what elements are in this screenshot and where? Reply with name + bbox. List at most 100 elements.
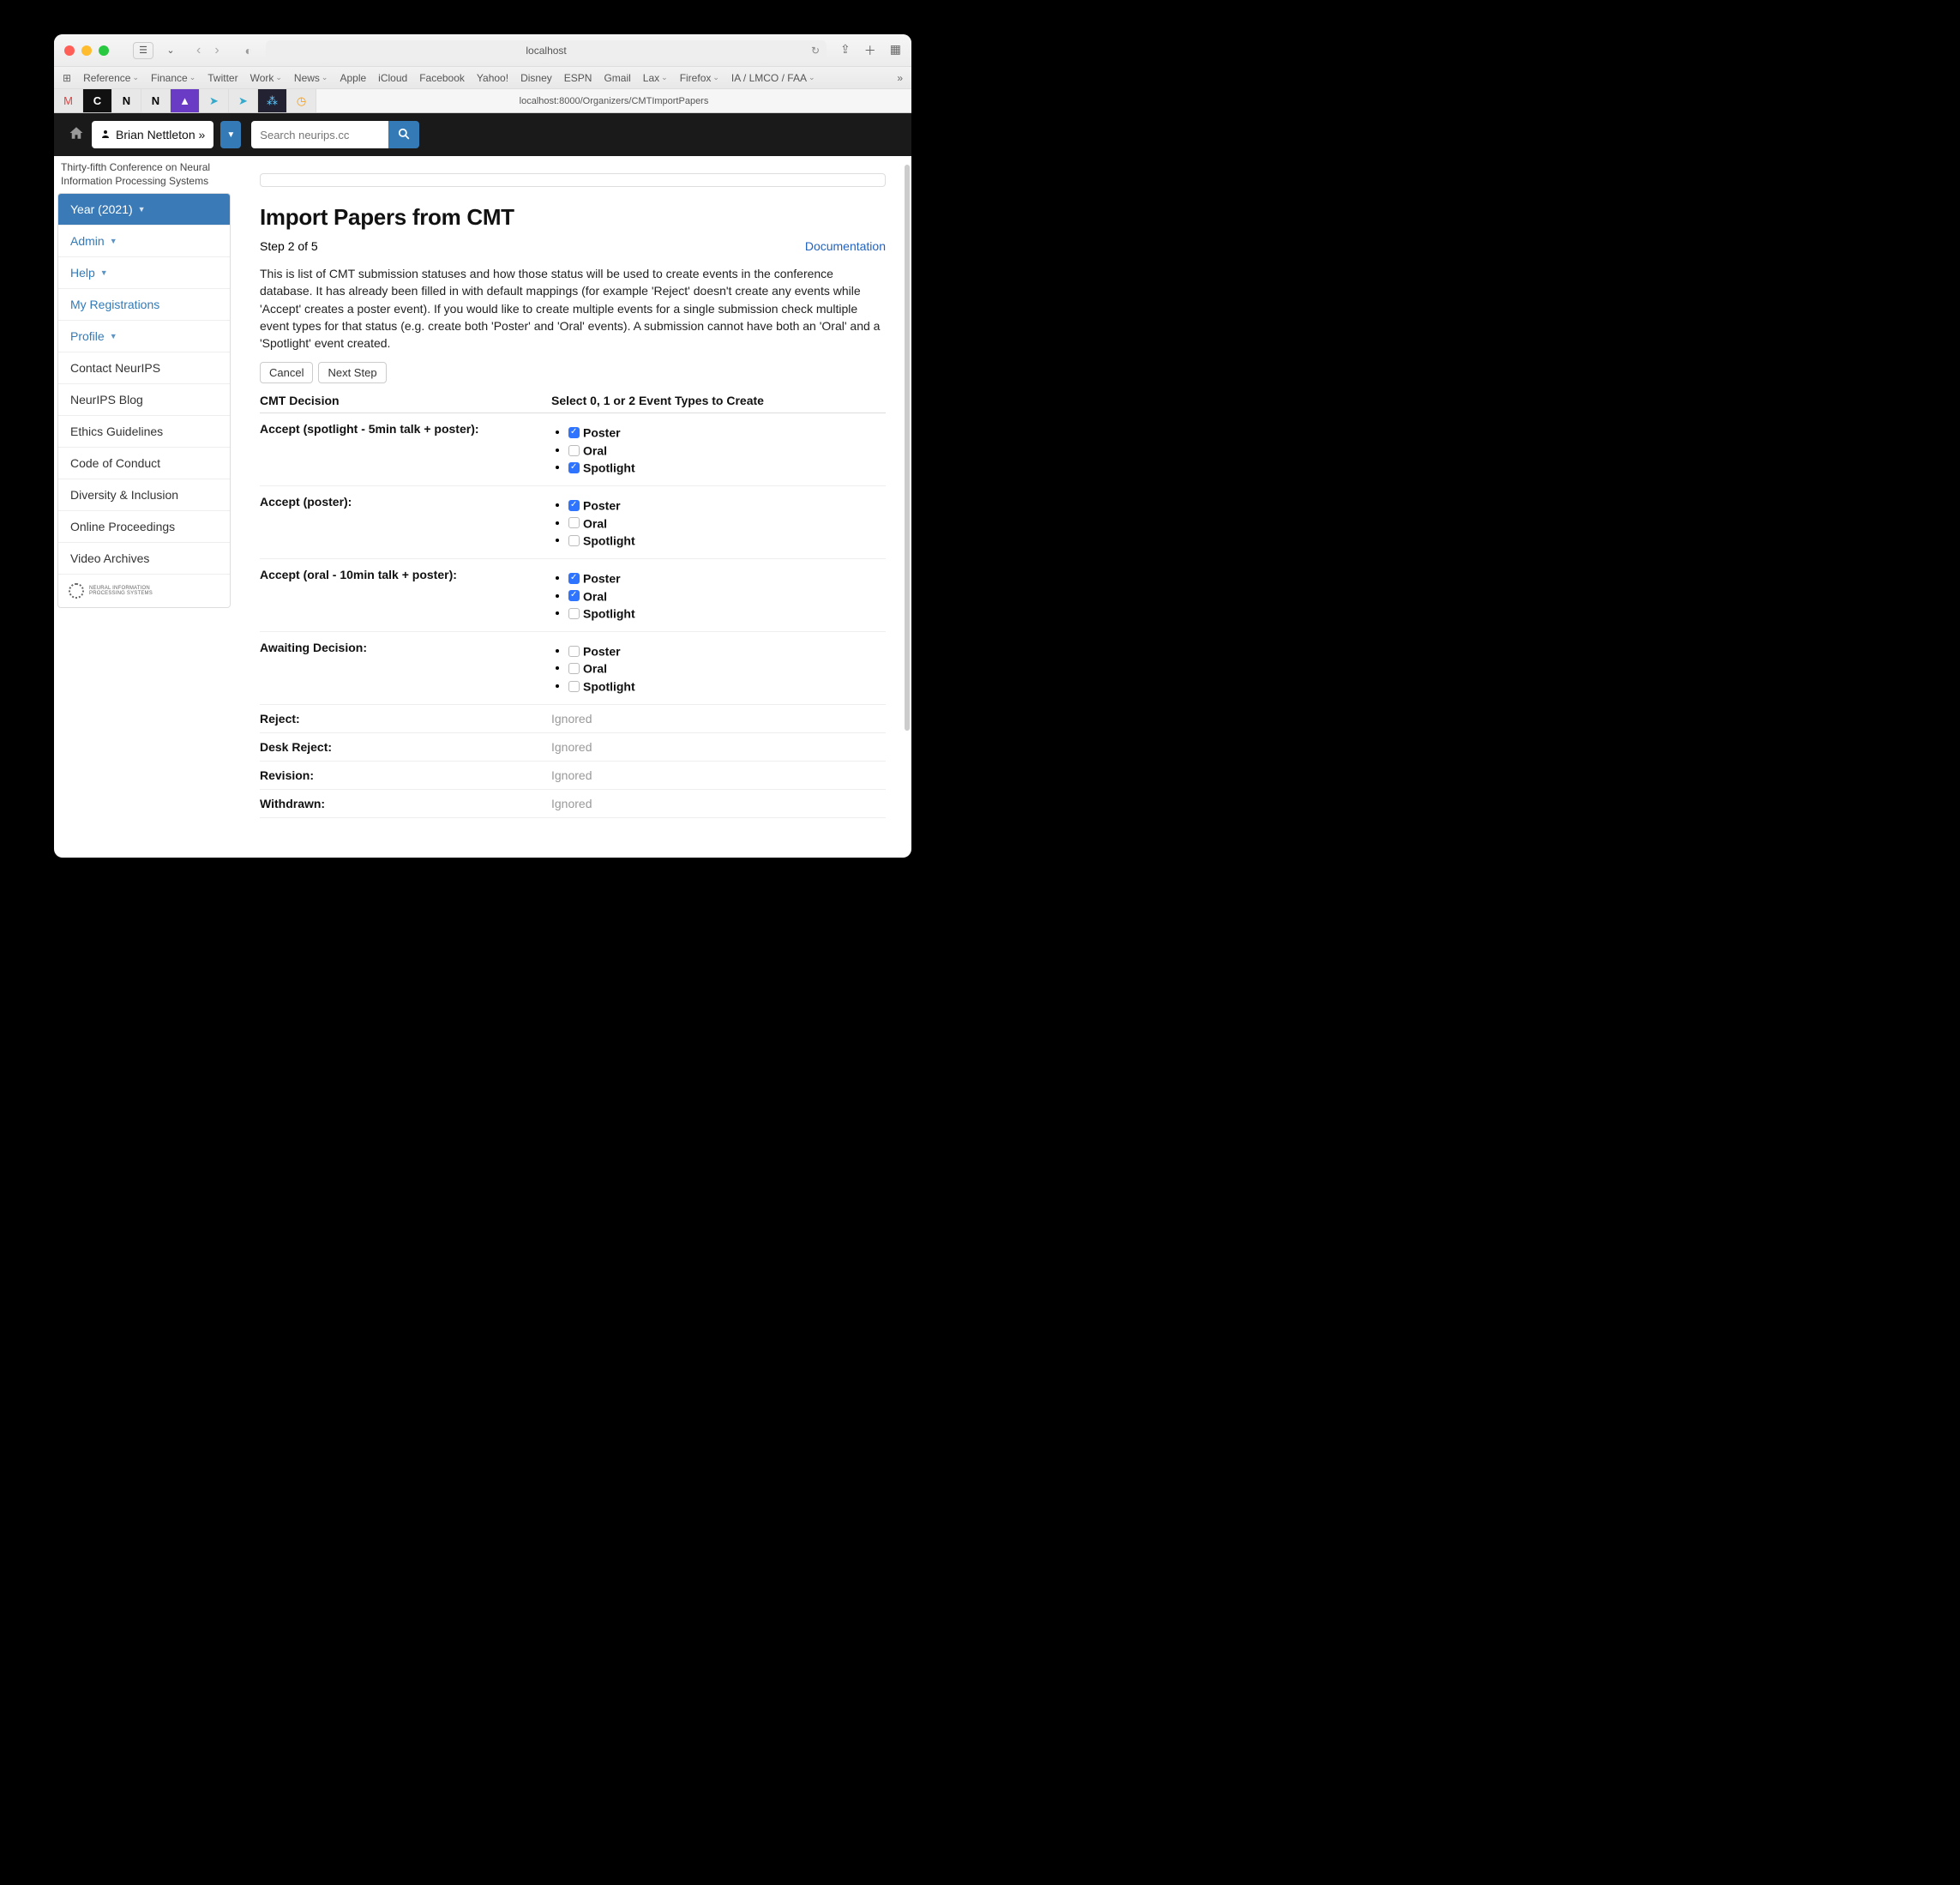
new-tab-icon[interactable]: ＋ xyxy=(864,42,876,59)
event-checkbox[interactable] xyxy=(568,517,580,528)
reload-icon[interactable]: ↻ xyxy=(811,45,820,57)
bookmark-item[interactable]: Work⌄ xyxy=(250,72,282,84)
bookmark-item[interactable]: Gmail xyxy=(604,72,630,84)
search-button[interactable] xyxy=(388,121,419,148)
minimize-window-button[interactable] xyxy=(81,45,92,56)
event-checkbox[interactable] xyxy=(568,681,580,692)
bookmark-item[interactable]: Twitter xyxy=(207,72,237,84)
apps-grid-icon[interactable]: ⊞ xyxy=(63,72,71,84)
event-checkbox[interactable] xyxy=(568,590,580,601)
tab-favicon-gmail[interactable]: M xyxy=(54,89,83,112)
tab-favicon-notion[interactable]: N xyxy=(141,89,171,112)
tab-favicon-clock[interactable]: ◷ xyxy=(287,89,316,112)
user-icon xyxy=(100,129,111,142)
decision-label: Accept (oral - 10min talk + poster): xyxy=(260,568,551,623)
sidebar-item[interactable]: Diversity & Inclusion xyxy=(58,479,230,511)
event-option: Spotlight xyxy=(568,533,886,547)
page-content: Brian Nettleton » ▼ Thirty-fifth Confere… xyxy=(54,113,911,858)
event-option: Oral xyxy=(568,515,886,530)
bookmark-item[interactable]: News⌄ xyxy=(294,72,328,84)
ignored-value: Ignored xyxy=(551,768,592,782)
bookmark-item[interactable]: Firefox⌄ xyxy=(680,72,719,84)
tab-favicon-notion[interactable]: N xyxy=(112,89,141,112)
sidebar-item[interactable]: Year (2021)▼ xyxy=(58,194,230,226)
search-input[interactable] xyxy=(251,121,388,148)
sidebar-item-label: My Registrations xyxy=(70,298,159,311)
scrollbar[interactable] xyxy=(905,165,910,816)
bookmark-item[interactable]: Disney xyxy=(520,72,552,84)
bookmark-item[interactable]: Reference⌄ xyxy=(83,72,139,84)
tab-group-dropdown[interactable]: ⌄ xyxy=(160,42,181,59)
ignored-value: Ignored xyxy=(551,740,592,754)
bookmark-item[interactable]: Lax⌄ xyxy=(643,72,668,84)
bookmarks-bar: ⊞ Reference⌄ Finance⌄ Twitter Work⌄ News… xyxy=(54,67,911,89)
event-checkbox[interactable] xyxy=(568,462,580,473)
decision-row: Accept (oral - 10min talk + poster):Post… xyxy=(260,559,886,632)
back-button[interactable]: ‹ xyxy=(191,43,206,58)
forward-button[interactable]: › xyxy=(209,43,224,58)
bookmark-item[interactable]: Facebook xyxy=(419,72,465,84)
bookmark-item[interactable]: Yahoo! xyxy=(477,72,508,84)
decision-label: Accept (spotlight - 5min talk + poster): xyxy=(260,422,551,477)
tab-favicon[interactable]: ⁂ xyxy=(258,89,287,112)
address-bar[interactable]: localhost ↻ xyxy=(266,40,827,61)
bookmark-item[interactable]: IA / LMCO / FAA⌄ xyxy=(731,72,815,84)
event-option: Spotlight xyxy=(568,460,886,474)
sidebar-item[interactable]: Video Archives xyxy=(58,543,230,575)
event-label: Oral xyxy=(583,589,607,603)
sidebar-item[interactable]: Profile▼ xyxy=(58,321,230,352)
sidebar-item[interactable]: Help▼ xyxy=(58,257,230,289)
event-checkbox[interactable] xyxy=(568,646,580,657)
maximize-window-button[interactable] xyxy=(99,45,109,56)
sidebar-item[interactable]: My Registrations xyxy=(58,289,230,321)
event-checkbox[interactable] xyxy=(568,573,580,584)
page-title: Import Papers from CMT xyxy=(260,204,886,231)
column-header-decision: CMT Decision xyxy=(260,394,551,407)
user-dropdown-button[interactable]: ▼ xyxy=(220,121,241,148)
address-text: localhost xyxy=(526,45,566,57)
bookmark-item[interactable]: Apple xyxy=(340,72,366,84)
event-checkbox[interactable] xyxy=(568,608,580,619)
event-checkbox[interactable] xyxy=(568,427,580,438)
sidebar-item-label: Diversity & Inclusion xyxy=(70,488,178,502)
sidebar-item[interactable]: Contact NeurIPS xyxy=(58,352,230,384)
share-icon[interactable]: ⇪ xyxy=(840,42,851,59)
user-menu[interactable]: Brian Nettleton » xyxy=(92,121,213,148)
sidebar-item[interactable]: NeurIPS Blog xyxy=(58,384,230,416)
bookmark-item[interactable]: ESPN xyxy=(564,72,592,84)
user-name: Brian Nettleton » xyxy=(116,128,205,142)
event-label: Oral xyxy=(583,662,607,676)
privacy-shield-icon[interactable]: ◐ xyxy=(245,44,252,57)
sidebar-toggle-button[interactable]: ☰ xyxy=(133,42,153,59)
home-icon[interactable] xyxy=(68,125,85,145)
next-step-button[interactable]: Next Step xyxy=(318,362,386,383)
active-tab[interactable]: localhost:8000/Organizers/CMTImportPaper… xyxy=(316,89,911,112)
ignored-label: Reject: xyxy=(260,712,551,726)
ignored-row: Withdrawn:Ignored xyxy=(260,790,886,818)
tabs-overview-icon[interactable]: ▦ xyxy=(890,42,901,59)
event-checkbox[interactable] xyxy=(568,535,580,546)
bookmark-item[interactable]: iCloud xyxy=(378,72,407,84)
event-checkbox[interactable] xyxy=(568,500,580,511)
sidebar-item-label: Code of Conduct xyxy=(70,456,160,470)
tab-favicon-send[interactable]: ➤ xyxy=(229,89,258,112)
sidebar-item[interactable]: Ethics Guidelines xyxy=(58,416,230,448)
bookmark-item[interactable]: Finance⌄ xyxy=(151,72,195,84)
bookmarks-overflow-icon[interactable]: » xyxy=(897,72,903,84)
browser-window: ☰ ⌄ ‹ › ◐ localhost ↻ ⇪ ＋ ▦ ⊞ Reference⌄… xyxy=(54,34,911,858)
event-checkbox[interactable] xyxy=(568,663,580,674)
sidebar-item[interactable]: Code of Conduct xyxy=(58,448,230,479)
ignored-value: Ignored xyxy=(551,797,592,810)
sidebar-item[interactable]: Admin▼ xyxy=(58,226,230,257)
tab-favicon[interactable]: ▲ xyxy=(171,89,200,112)
tab-favicon[interactable]: C xyxy=(83,89,112,112)
titlebar: ☰ ⌄ ‹ › ◐ localhost ↻ ⇪ ＋ ▦ xyxy=(54,34,911,67)
event-checkbox[interactable] xyxy=(568,445,580,456)
sidebar-item-label: Contact NeurIPS xyxy=(70,361,160,375)
tab-favicon-send[interactable]: ➤ xyxy=(200,89,229,112)
documentation-link[interactable]: Documentation xyxy=(805,239,886,253)
cancel-button[interactable]: Cancel xyxy=(260,362,313,383)
sidebar-item[interactable]: Online Proceedings xyxy=(58,511,230,543)
close-window-button[interactable] xyxy=(64,45,75,56)
event-label: Poster xyxy=(583,426,621,440)
